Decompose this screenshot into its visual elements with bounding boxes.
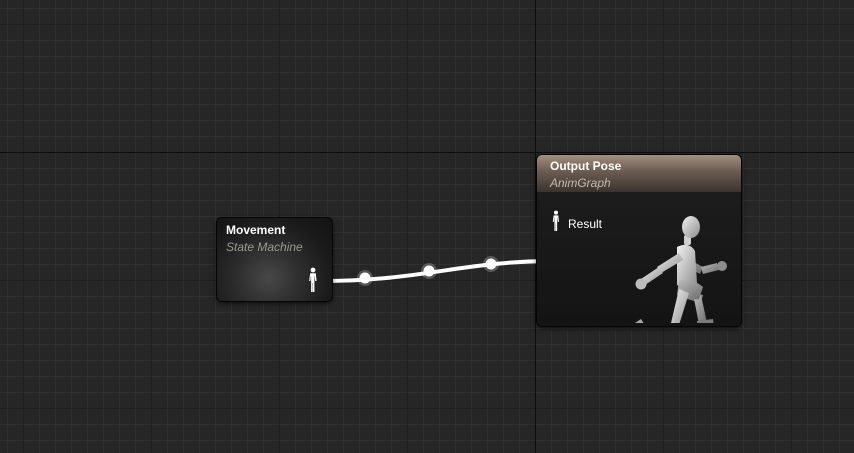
- output-pose-node[interactable]: Output Pose AnimGraph Result: [537, 155, 741, 326]
- node-title: Output Pose: [550, 159, 622, 173]
- result-input-pin[interactable]: [551, 209, 561, 238]
- pose-output-pin[interactable]: [307, 267, 319, 298]
- person-icon: [552, 210, 559, 231]
- wire-flow-bubble: [421, 263, 437, 279]
- result-pin-label: Result: [568, 217, 603, 231]
- person-icon: [309, 267, 317, 292]
- anim-graph-canvas[interactable]: Movement State Machine Output Pose AnimG…: [0, 0, 854, 453]
- running-mannequin-icon: [631, 191, 741, 326]
- wire-flow-bubble: [483, 256, 499, 272]
- node-subtitle: AnimGraph: [550, 176, 611, 190]
- node-title: Movement: [226, 223, 286, 237]
- movement-state-machine-node[interactable]: Movement State Machine: [217, 218, 332, 301]
- wire-flow-bubble: [357, 270, 373, 286]
- node-subtitle: State Machine: [226, 240, 303, 254]
